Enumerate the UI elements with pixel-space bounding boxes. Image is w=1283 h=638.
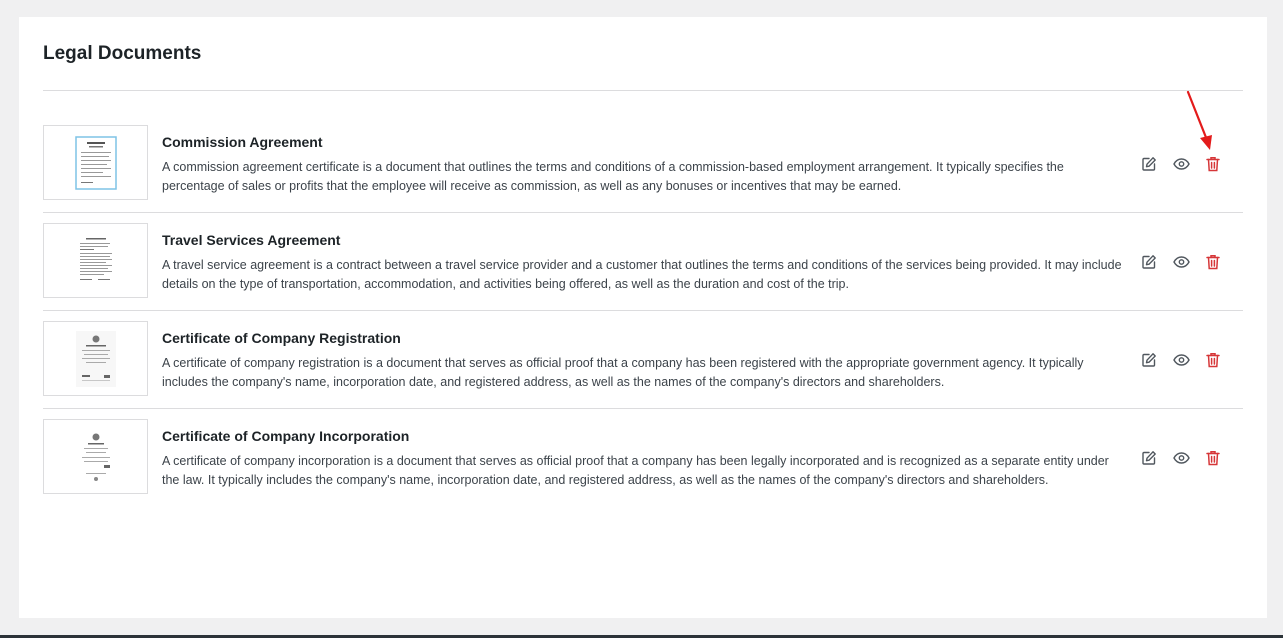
eye-icon xyxy=(1172,158,1190,170)
document-title: Certificate of Company Incorporation xyxy=(162,428,410,444)
document-list: Commission Agreement A commission agreem… xyxy=(43,115,1243,507)
trash-icon xyxy=(1206,451,1220,466)
row-actions xyxy=(1140,155,1222,173)
edit-button[interactable] xyxy=(1140,253,1158,271)
document-title: Certificate of Company Registration xyxy=(162,330,401,346)
edit-icon xyxy=(1142,353,1156,367)
delete-button[interactable] xyxy=(1204,351,1222,369)
edit-button[interactable] xyxy=(1140,351,1158,369)
delete-button[interactable] xyxy=(1204,449,1222,467)
delete-button[interactable] xyxy=(1204,253,1222,271)
view-button[interactable] xyxy=(1172,253,1190,271)
edit-icon xyxy=(1142,157,1156,171)
document-thumbnail[interactable] xyxy=(43,321,148,396)
row-actions xyxy=(1140,449,1222,467)
document-row: Travel Services Agreement A travel servi… xyxy=(43,213,1243,311)
legal-documents-panel: Legal Documents Commission Agreement A c… xyxy=(19,17,1267,618)
eye-icon xyxy=(1172,354,1190,366)
edit-icon xyxy=(1142,255,1156,269)
document-thumbnail[interactable] xyxy=(43,125,148,200)
delete-button[interactable] xyxy=(1204,155,1222,173)
row-actions xyxy=(1140,253,1222,271)
trash-icon xyxy=(1206,255,1220,270)
document-description: A certificate of company incorporation i… xyxy=(162,454,1109,487)
document-description: A travel service agreement is a contract… xyxy=(162,258,1122,291)
document-row: Certificate of Company Incorporation A c… xyxy=(43,409,1243,507)
document-row: Commission Agreement A commission agreem… xyxy=(43,115,1243,213)
page-title: Legal Documents xyxy=(43,43,202,64)
document-title: Commission Agreement xyxy=(162,134,323,150)
red-arrow-annotation xyxy=(1186,90,1212,150)
edit-icon xyxy=(1142,451,1156,465)
row-actions xyxy=(1140,351,1222,369)
edit-button[interactable] xyxy=(1140,449,1158,467)
edit-button[interactable] xyxy=(1140,155,1158,173)
document-row: Certificate of Company Registration A ce… xyxy=(43,311,1243,409)
document-title: Travel Services Agreement xyxy=(162,232,341,248)
view-button[interactable] xyxy=(1172,351,1190,369)
view-button[interactable] xyxy=(1172,155,1190,173)
view-button[interactable] xyxy=(1172,449,1190,467)
trash-icon xyxy=(1206,157,1220,172)
eye-icon xyxy=(1172,452,1190,464)
document-description: A certificate of company registration is… xyxy=(162,356,1084,389)
eye-icon xyxy=(1172,256,1190,268)
trash-icon xyxy=(1206,353,1220,368)
document-thumbnail[interactable] xyxy=(43,419,148,494)
document-description: A commission agreement certificate is a … xyxy=(162,160,1064,193)
title-divider xyxy=(43,90,1243,91)
document-thumbnail[interactable] xyxy=(43,223,148,298)
